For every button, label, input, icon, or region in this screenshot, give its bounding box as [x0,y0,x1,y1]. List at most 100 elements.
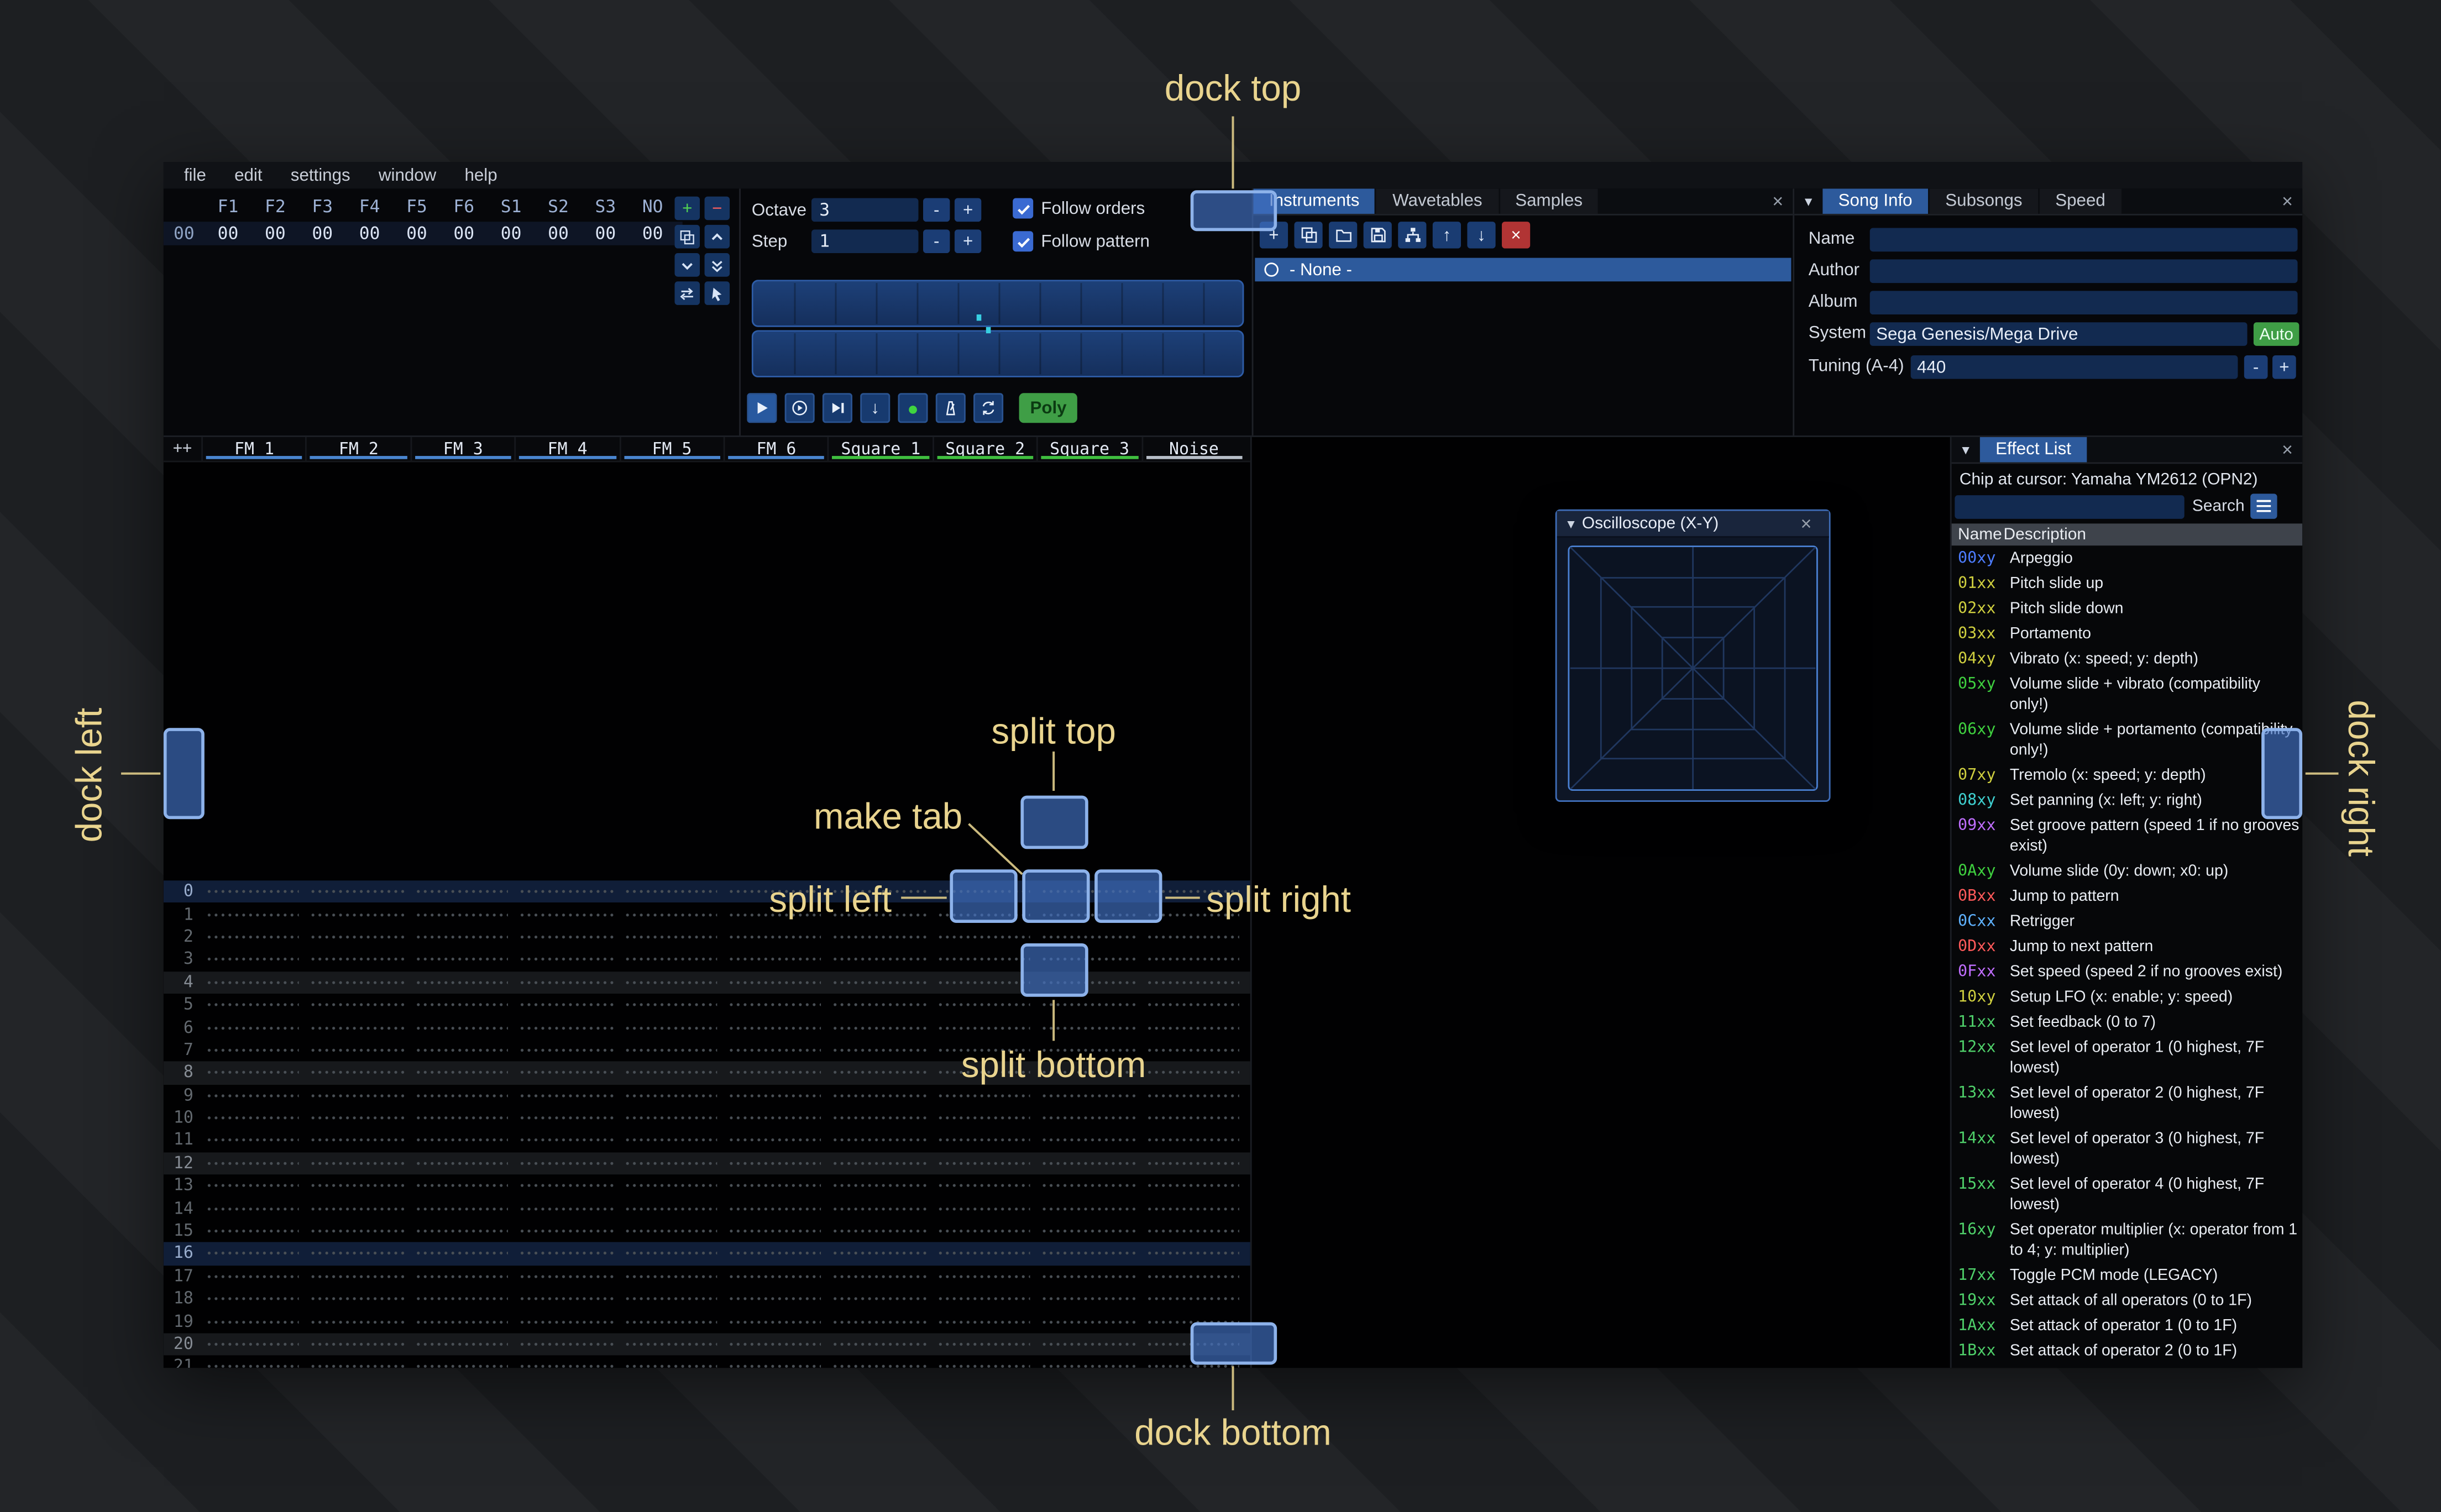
effect-row[interactable]: 00xy Arpeggio [1952,545,2302,571]
pattern-cell[interactable] [619,1310,724,1333]
pattern-cell[interactable] [932,1130,1036,1152]
orders-row[interactable]: 00 00 00 00 00 00 00 00 00 00 00 [163,222,683,245]
pattern-cell[interactable] [306,903,410,926]
instrument-open-button[interactable] [1329,222,1358,249]
pattern-cell[interactable] [410,1152,515,1174]
pattern-cell[interactable] [515,1288,619,1310]
pattern-cell[interactable] [932,1152,1036,1174]
tab-song-info[interactable]: Song Info [1822,188,1929,214]
pattern-cell[interactable] [827,1197,932,1220]
pattern-cell[interactable] [1036,1220,1141,1242]
pattern-cell[interactable] [1141,1242,1245,1265]
pattern-cell[interactable] [306,1130,410,1152]
pattern-cell[interactable] [410,994,515,1016]
dock-target-top[interactable] [1190,190,1277,232]
pattern-cell[interactable] [827,971,932,994]
orders-cell[interactable]: 00 [535,223,582,244]
pattern-cell[interactable] [306,1288,410,1310]
pattern-cell[interactable] [410,1197,515,1220]
pattern-cell[interactable] [410,1130,515,1152]
pattern-cell[interactable] [515,971,619,994]
channel-header[interactable]: FM 1 [201,437,306,461]
tab-subsongs[interactable]: Subsongs [1929,188,2038,214]
pattern-cell[interactable] [1141,926,1245,948]
pattern-cell[interactable] [201,1310,306,1333]
channel-header[interactable]: Square 1 [827,437,932,461]
pattern-cell[interactable] [201,1265,306,1288]
pattern-cell[interactable] [515,1197,619,1220]
step-plus-button[interactable]: + [954,229,982,254]
pattern-cell[interactable] [410,1016,515,1039]
pattern-cell[interactable] [515,1062,619,1084]
octave-input[interactable] [811,198,919,222]
tab-wavetables[interactable]: Wavetables [1376,188,1498,214]
effect-row[interactable]: 03xx Portamento [1952,621,2302,647]
pattern-cell[interactable] [932,1107,1036,1130]
pattern-cell[interactable] [619,880,724,903]
pattern-cell[interactable] [515,1220,619,1242]
menu-item-window[interactable]: window [364,166,451,185]
pattern-cell[interactable] [619,1197,724,1220]
pattern-cell[interactable] [410,1310,515,1333]
pattern-cell[interactable] [1036,1174,1141,1197]
pattern-cell[interactable] [1036,1356,1141,1368]
order-move-up-button[interactable] [704,224,730,249]
channel-header[interactable]: FM 5 [619,437,724,461]
pattern-cell[interactable] [201,948,306,971]
effect-row[interactable]: 17xx Toggle PCM mode (LEGACY) [1952,1263,2302,1288]
pattern-cell[interactable] [724,971,828,994]
pattern-cell[interactable] [201,1288,306,1310]
pattern-cell[interactable] [1141,994,1245,1016]
pattern-cell[interactable] [724,926,828,948]
effect-row[interactable]: 15xx Set level of operator 4 (0 highest, … [1952,1172,2302,1217]
effect-search-input[interactable] [1955,495,2185,519]
menu-item-help[interactable]: help [451,166,511,185]
pattern-cell[interactable] [619,1220,724,1242]
pattern-cell[interactable] [306,1062,410,1084]
pattern-cell[interactable] [306,1039,410,1062]
pattern-cell[interactable] [515,1333,619,1356]
effect-row[interactable]: 19xx Set attack of all operators (0 to 1F… [1952,1288,2302,1313]
orders-cell[interactable]: 00 [393,223,440,244]
play-pattern-button[interactable] [784,393,815,423]
split-target-top[interactable] [1020,795,1088,849]
menu-item-settings[interactable]: settings [276,166,364,185]
pattern-cell[interactable] [515,1107,619,1130]
effect-row[interactable]: 10xy Setup LFO (x: enable; y: speed) [1952,984,2302,1010]
pattern-cell[interactable] [1036,1084,1141,1107]
pattern-cell[interactable] [410,1039,515,1062]
instrument-list-item-none[interactable]: - None - [1255,258,1792,282]
pattern-cell[interactable] [827,994,932,1016]
pattern-cell[interactable] [201,903,306,926]
instrument-move-down-button[interactable]: ↓ [1467,222,1496,249]
pattern-cell[interactable] [619,971,724,994]
pattern-cell[interactable] [1141,1220,1245,1242]
pattern-cell[interactable] [201,1174,306,1197]
pattern-cell[interactable] [515,948,619,971]
pattern-cell[interactable] [306,1310,410,1333]
follow-orders-checkbox[interactable]: Follow orders [1013,198,1145,219]
channel-header[interactable]: FM 3 [410,437,515,461]
tab-effect-list[interactable]: Effect List [1979,437,2087,463]
metronome-button[interactable] [935,393,966,423]
pattern-cell[interactable] [724,1174,828,1197]
pattern-cell[interactable] [724,1333,828,1356]
pattern-cell[interactable] [827,1220,932,1242]
pattern-cell[interactable] [724,1152,828,1174]
pattern-cell[interactable] [932,926,1036,948]
pattern-cell[interactable] [932,1242,1036,1265]
order-add-button[interactable]: + [674,196,700,221]
orders-cell[interactable]: 00 [629,223,676,244]
pattern-cell[interactable] [619,1288,724,1310]
pattern-cell[interactable] [619,903,724,926]
pattern-cell[interactable] [201,1062,306,1084]
instrument-delete-button[interactable]: × [1501,222,1531,249]
close-icon[interactable]: × [1791,512,1821,534]
tuning-field[interactable] [1910,355,2238,379]
pattern-cell[interactable] [201,994,306,1016]
pattern-cell[interactable] [515,1174,619,1197]
channel-header[interactable]: Noise [1141,437,1245,461]
pattern-cell[interactable] [724,1288,828,1310]
tab-speed[interactable]: Speed [2039,188,2122,214]
pattern-cell[interactable] [827,1310,932,1333]
